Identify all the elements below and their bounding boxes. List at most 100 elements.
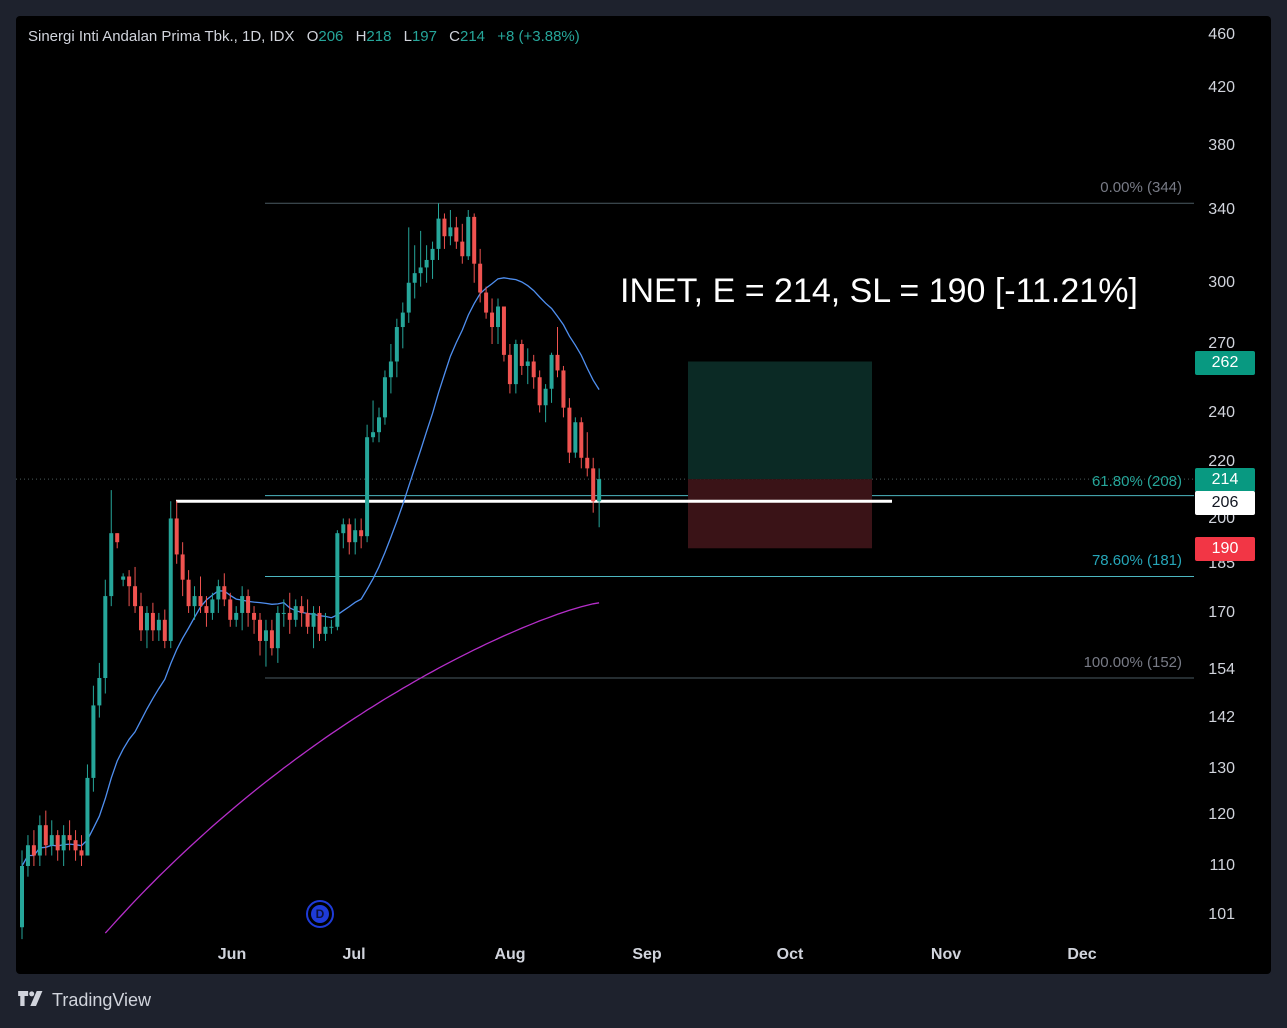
candle-body — [299, 606, 304, 613]
price-tick-label: 170 — [1208, 604, 1235, 621]
candle-body — [269, 630, 274, 649]
tradingview-logo-icon — [18, 990, 43, 1006]
price-tick-label: 420 — [1208, 79, 1235, 96]
candle-body — [198, 596, 203, 607]
candle-body — [377, 417, 381, 433]
brand-name: TradingView — [52, 990, 152, 1010]
tradingview-brand[interactable]: TradingView — [16, 990, 151, 1011]
candle-body — [335, 533, 340, 627]
fib-label-0: 0.00% (344) — [1100, 179, 1182, 196]
target-price-tag: 262 — [1195, 351, 1255, 375]
candle-body — [234, 612, 239, 620]
close-key: C — [449, 28, 460, 45]
candle-body — [55, 835, 60, 851]
candle-body — [49, 835, 54, 846]
candle-body — [359, 530, 364, 537]
price-tick-label: 142 — [1208, 709, 1235, 726]
stop-zone — [688, 479, 872, 549]
candle-body — [174, 518, 179, 555]
candle-body — [293, 606, 298, 620]
fib-label-786: 78.60% (181) — [1091, 552, 1182, 569]
high-value: 218 — [366, 28, 392, 45]
candle-body — [162, 619, 167, 641]
candle-body — [67, 835, 72, 841]
candle-body — [591, 468, 596, 502]
candle-body — [91, 705, 96, 778]
candle-body — [85, 777, 90, 856]
fib-label-100: 100.00% (152) — [1083, 654, 1182, 671]
candle-body — [436, 218, 441, 249]
candle-body — [168, 518, 173, 641]
dividend-event-marker[interactable]: D — [306, 900, 334, 928]
candle-body — [585, 457, 590, 469]
candle-body — [115, 533, 120, 543]
candle-body — [317, 612, 322, 634]
candle-body — [127, 576, 132, 587]
candle-body — [275, 612, 280, 649]
candle-body — [496, 306, 500, 328]
candle-body — [448, 227, 453, 237]
price-tick-label: 110 — [1209, 857, 1235, 874]
candle-body — [192, 596, 197, 607]
open-key: O — [306, 28, 319, 45]
candle-body — [37, 825, 42, 856]
trade-annotation[interactable]: INET, E = 214, SL = 190 [-11.21%] — [620, 272, 1138, 311]
candle-body — [519, 344, 524, 366]
price-tick-label: 460 — [1208, 26, 1235, 43]
candle-body — [353, 530, 358, 543]
candle-body — [406, 282, 411, 313]
candle-body — [365, 437, 370, 537]
candle-body — [549, 354, 554, 389]
candle-body — [573, 422, 578, 453]
candle-body — [472, 216, 477, 264]
level-price-tag: 206 — [1195, 491, 1255, 515]
low-value: 197 — [411, 28, 437, 45]
candle-body — [388, 361, 393, 378]
candle-body — [61, 835, 66, 851]
candle-body — [311, 612, 316, 627]
time-tick-label: Jun — [217, 946, 247, 963]
price-tick-label: 300 — [1208, 274, 1235, 291]
candle-body — [371, 432, 376, 438]
candle-body — [216, 586, 221, 600]
candle-body — [222, 586, 227, 600]
ma-slow-line — [104, 602, 600, 934]
candle-body — [525, 361, 530, 366]
price-tick-label: 130 — [1208, 760, 1235, 777]
candle-body — [281, 612, 286, 614]
candle-body — [210, 599, 215, 613]
candle-body — [180, 554, 185, 580]
candlestick-chart[interactable] — [16, 16, 1271, 974]
entry-price-tag: 214 — [1195, 468, 1255, 492]
chart-pane[interactable]: Sinergi Inti Andalan Prima Tbk., 1D, IDX… — [16, 16, 1271, 974]
candle-body — [228, 599, 233, 620]
candle-body — [103, 596, 108, 678]
stop-price-tag: 190 — [1195, 537, 1255, 561]
fib-label-618: 61.80% (208) — [1091, 473, 1182, 490]
time-tick-label: Aug — [494, 946, 526, 963]
symbol-legend: Sinergi Inti Andalan Prima Tbk., 1D, IDX… — [28, 28, 580, 45]
time-tick-label: Sep — [632, 946, 662, 963]
symbol-title: Sinergi Inti Andalan Prima Tbk., 1D, IDX — [28, 28, 295, 45]
candle-body — [430, 248, 435, 260]
candle-body — [329, 626, 334, 628]
candle-body — [258, 619, 262, 641]
close-value: 214 — [460, 28, 486, 45]
candle-body — [144, 612, 149, 631]
candle-body — [79, 850, 84, 856]
candle-body — [133, 586, 138, 607]
candle-body — [537, 377, 542, 406]
time-tick-label: Jul — [342, 946, 366, 963]
candle-body — [490, 312, 495, 328]
time-tick-label: Oct — [776, 946, 804, 963]
price-tick-label: 240 — [1208, 404, 1235, 421]
open-value: 206 — [318, 28, 344, 45]
candle-body — [597, 479, 602, 502]
candle-body — [263, 630, 268, 641]
change-value: +8 (+3.88%) — [497, 28, 580, 45]
candle-body — [531, 361, 536, 378]
price-tick-label: 340 — [1208, 201, 1235, 218]
candle-body — [442, 218, 447, 237]
candle-body — [252, 612, 257, 620]
candle-body — [150, 612, 155, 631]
